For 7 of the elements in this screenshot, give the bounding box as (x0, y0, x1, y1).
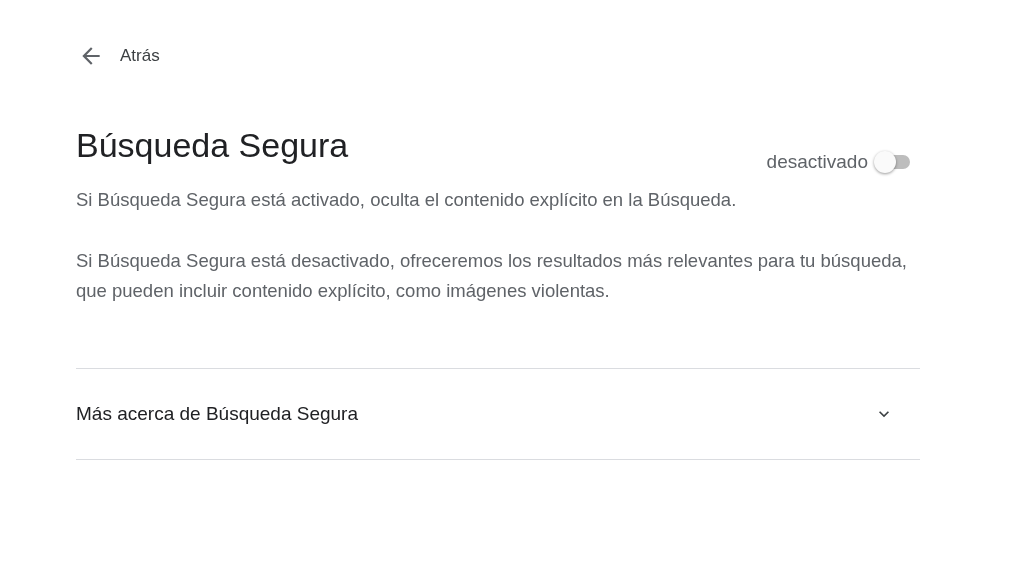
expandable-row[interactable]: Más acerca de Búsqueda Segura (76, 368, 920, 460)
toggle-status: desactivado (766, 151, 868, 173)
page-title: Búsqueda Segura (76, 125, 349, 165)
description-text: Si Búsqueda Segura está desactivado, ofreceremos los resultados más relevantes para tu búsqueda, que pueden incluir contenido explícito, como imágenes violentas. (76, 249, 908, 303)
back-link[interactable]: Atrás (78, 41, 160, 71)
description-text: Si Búsqueda Segura está activado, oculta el contenido explícito en la Búsqueda. (76, 188, 738, 212)
toggle-switch[interactable] (874, 149, 910, 175)
